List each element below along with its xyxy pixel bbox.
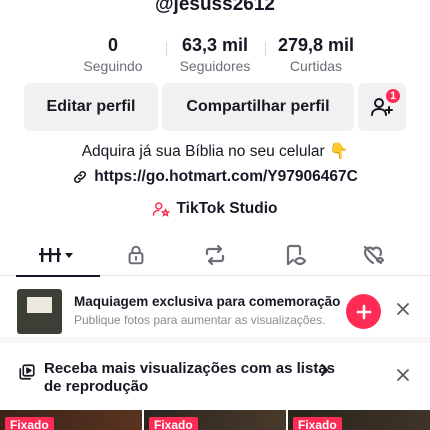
stat-likes-label: Curtidas [289, 58, 343, 74]
notification-badge: 1 [384, 87, 402, 105]
tab-reposts[interactable] [173, 234, 257, 276]
tiktok-studio-entry[interactable]: TikTok Studio [0, 200, 430, 218]
tab-favorites[interactable] [252, 234, 336, 276]
suggestion-card[interactable]: Maquiagem exclusiva para comemoração Pub… [0, 281, 430, 343]
suggestion-thumbnail [17, 289, 62, 334]
stat-followers-value: 63,3 mil [181, 35, 249, 55]
pinned-badge: Fixado [293, 417, 342, 430]
profile-bio: Adquira já sua Bíblia no seu celular 👇 [81, 143, 349, 160]
grid-icon [39, 248, 73, 262]
thumbnail-picture [27, 297, 52, 313]
profile-link-text: https://go.hotmart.com/Y97906467C [94, 168, 358, 185]
profile-stats: 0 Seguindo 63,3 mil Seguidores 279,8 mil… [0, 34, 430, 78]
close-icon[interactable] [396, 368, 410, 382]
stat-following-label: Seguindo [83, 58, 143, 74]
plus-icon [356, 304, 371, 319]
edit-profile-button[interactable]: Editar perfil [24, 83, 158, 131]
stat-following[interactable]: 0 Seguindo [58, 34, 168, 76]
playlist-banner[interactable]: Receba mais visualizações com as listas … [0, 352, 430, 402]
tab-videos[interactable] [16, 234, 100, 277]
create-post-button[interactable] [346, 294, 381, 329]
profile-username: @jesuss2612 [155, 0, 275, 15]
pinned-badge: Fixado [149, 417, 198, 430]
stat-followers[interactable]: 63,3 mil Seguidores [160, 34, 270, 76]
video-grid: Fixado Fixado Fixado [0, 410, 430, 430]
lock-icon [128, 245, 144, 265]
profile-actions: Editar perfil Compartilhar perfil 1 [0, 83, 430, 131]
pinned-badge: Fixado [5, 417, 54, 430]
add-friend-button[interactable]: 1 [358, 83, 406, 131]
bookmark-eye-icon [286, 244, 306, 266]
share-profile-button[interactable]: Compartilhar perfil [162, 83, 354, 131]
tab-private[interactable] [94, 234, 178, 276]
video-thumbnail[interactable]: Fixado [288, 410, 430, 430]
stat-likes-value: 279,8 mil [277, 35, 355, 55]
chevron-right-icon [321, 364, 329, 376]
close-icon[interactable] [396, 302, 410, 316]
profile-link[interactable]: https://go.hotmart.com/Y97906467C [0, 168, 430, 186]
studio-person-icon [153, 202, 171, 217]
link-icon [74, 170, 87, 184]
suggestion-subtitle: Publique fotos para aumentar as visualiz… [74, 313, 326, 327]
stat-likes[interactable]: 279,8 mil Curtidas [261, 34, 371, 76]
repost-icon [205, 244, 225, 266]
profile-tabs [0, 234, 430, 277]
tab-liked[interactable] [331, 234, 415, 276]
studio-label: TikTok Studio [176, 200, 278, 217]
suggestion-title: Maquiagem exclusiva para comemoração [74, 294, 341, 309]
video-thumbnail[interactable]: Fixado [144, 410, 286, 430]
video-thumbnail[interactable]: Fixado [0, 410, 142, 430]
liked-heart-icon [363, 245, 385, 265]
playlist-banner-text: Receba mais visualizações com as listas … [44, 360, 335, 395]
playlist-icon [19, 364, 35, 380]
stat-following-value: 0 [107, 35, 118, 55]
stat-followers-label: Seguidores [179, 58, 251, 74]
